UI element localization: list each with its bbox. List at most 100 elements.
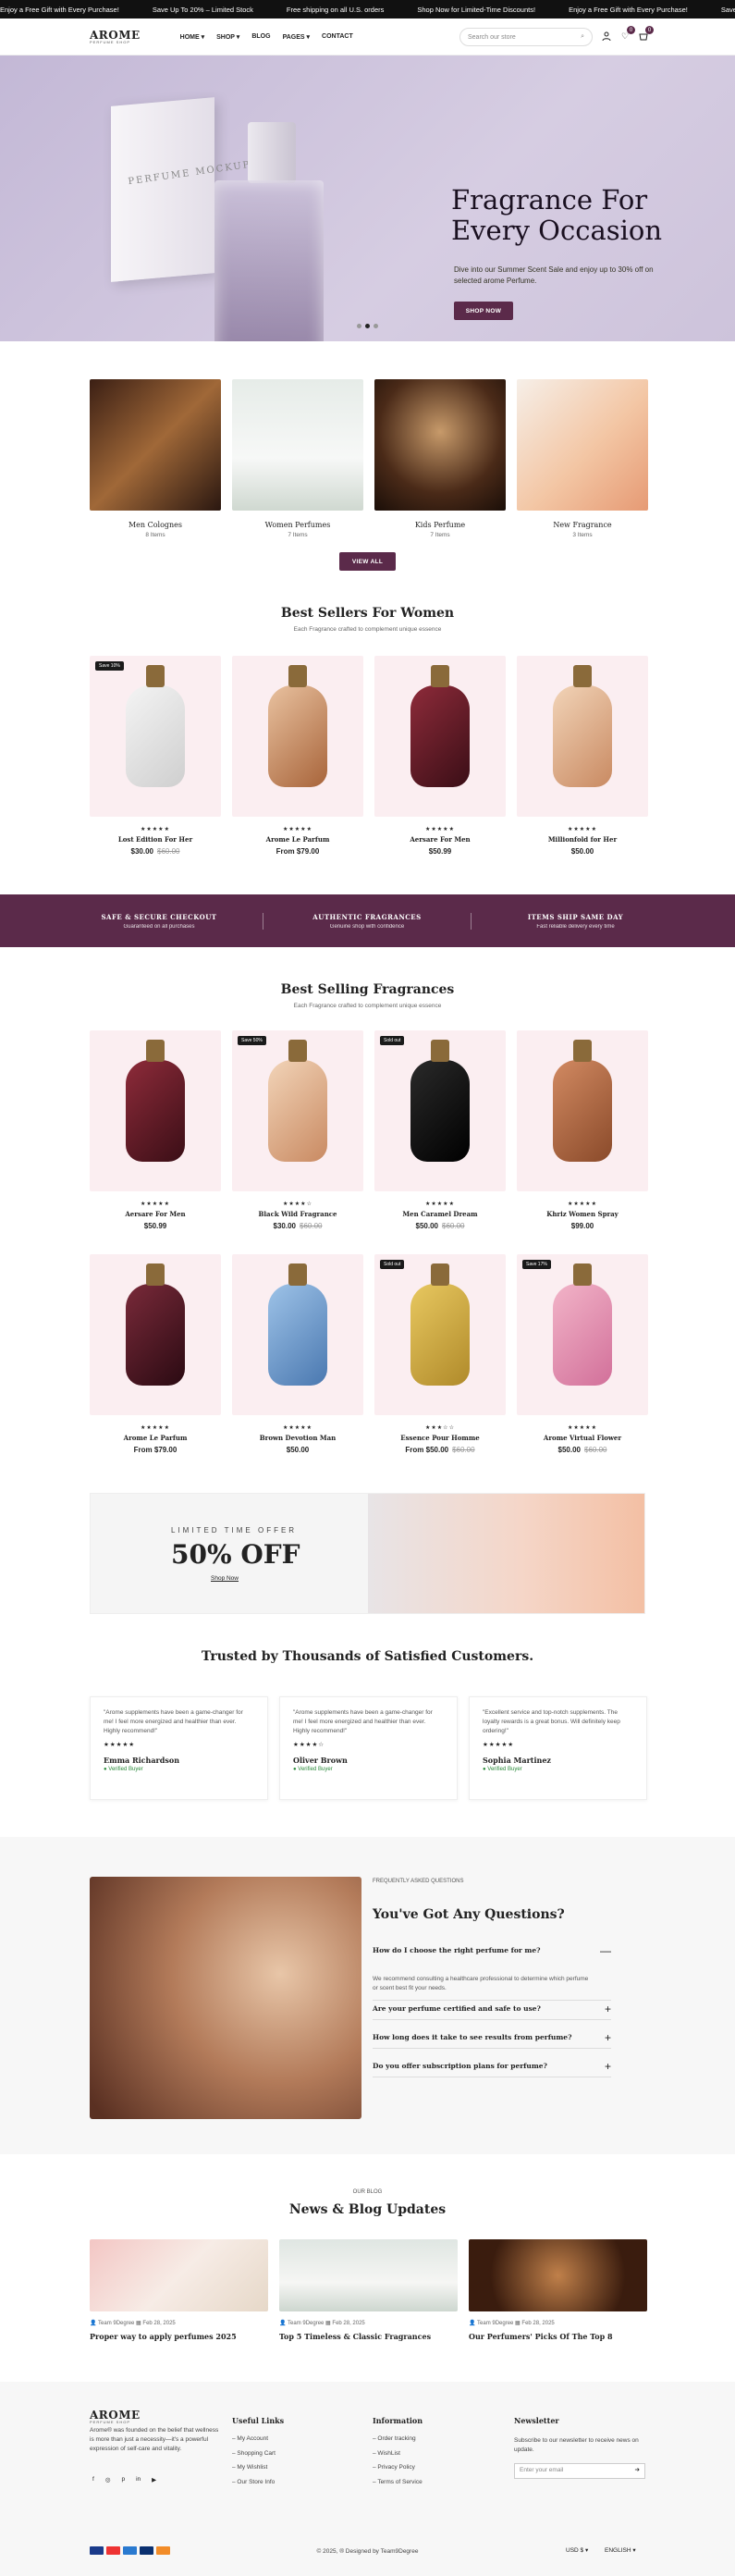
slider-dot[interactable] <box>374 324 378 328</box>
rating-stars: ★★★★★ <box>141 827 170 832</box>
footer-link[interactable]: – Privacy Policy <box>373 2464 423 2471</box>
rating-stars: ★★★★★ <box>568 1202 597 1207</box>
nav-shop[interactable]: SHOP ▾ <box>216 33 239 41</box>
product-card[interactable]: ★★★★★ Khriz Women Spray $99.00 <box>517 1030 648 1230</box>
currency-select[interactable]: USD $ ▾ <box>566 2546 588 2554</box>
product-card[interactable]: ★★★★★ Brown Devotion Man $50.00 <box>232 1254 363 1454</box>
footer-link[interactable]: – Our Store Info <box>232 2479 284 2486</box>
blog-card[interactable]: 👤 Team 9Degree ▦ Feb 28, 2025 Top 5 Timel… <box>279 2239 458 2341</box>
faq-item[interactable]: How do I choose the right perfume for me… <box>373 1945 611 2001</box>
footer-link[interactable]: – My Account <box>232 2435 284 2443</box>
product-price: $30.00 $60.00 <box>130 847 180 856</box>
plus-icon[interactable]: + <box>605 2032 611 2043</box>
rating-stars: ★★★★★ <box>425 1202 455 1207</box>
product-card[interactable]: ★★★★★ Aersare For Men $50.99 <box>90 1030 221 1230</box>
category-name: New Fragrance <box>553 521 612 529</box>
product-price: From $79.00 <box>276 847 320 856</box>
reviewer-name: Emma Richardson <box>104 1756 180 1765</box>
wishlist-count: 0 <box>627 26 635 34</box>
faq-eyebrow: FREQUENTLY ASKED QUESTIONS <box>373 1879 464 1884</box>
footer-information: Information – Order tracking – WishList … <box>373 2416 423 2486</box>
offer-link[interactable]: Shop Now <box>211 1575 239 1582</box>
product-card[interactable]: Sold out ★★★★★ Men Caramel Dream $50.00 $60.… <box>374 1030 506 1230</box>
wishlist-icon[interactable]: ♡ 0 <box>619 26 635 42</box>
footer-link[interactable]: – WishList <box>373 2450 423 2458</box>
rating-stars: ★★★★★ <box>141 1202 170 1207</box>
faq-item[interactable]: How long does it take to see results fro… <box>373 2032 611 2049</box>
minus-icon[interactable]: — <box>600 1945 611 1956</box>
footer-useful-links: Useful Links – My Account – Shopping Car… <box>232 2416 285 2486</box>
rating-stars: ★★★★★ <box>104 1742 136 1749</box>
blog-card[interactable]: 👤 Team 9Degree ▦ Feb 28, 2025 Our Perfume… <box>469 2239 647 2341</box>
logo[interactable]: AROME PERFUME SHOP <box>90 30 141 44</box>
bottle-cap-image <box>248 122 296 183</box>
search-icon[interactable]: ⌕ <box>581 33 584 41</box>
youtube-icon[interactable]: ▶ <box>152 2476 156 2484</box>
product-card[interactable]: ★★★★★ Arome Le Parfum From $79.00 <box>90 1254 221 1454</box>
testimonial-text: "Excellent service and top-notch supplem… <box>483 1709 620 1734</box>
faq-item[interactable]: Do you offer subscription plans for perf… <box>373 2061 611 2077</box>
perfume-bottle-icon <box>126 1040 185 1162</box>
facebook-icon[interactable]: f <box>92 2476 94 2484</box>
nav-pages[interactable]: PAGES ▾ <box>283 33 310 41</box>
product-tag: Save 17% <box>522 1260 551 1269</box>
plus-icon[interactable]: + <box>605 2003 611 2015</box>
faq-question: Do you offer subscription plans for perf… <box>373 2062 547 2070</box>
feature-item: ITEMS SHIP SAME DAY Fast reliable deliver… <box>527 912 624 930</box>
category-card[interactable]: Men Colognes 8 Items <box>90 379 221 538</box>
email-field[interactable]: Enter your email ➔ <box>514 2462 645 2479</box>
product-name: Aersare For Men <box>125 1210 186 1218</box>
shop-now-button[interactable]: SHOP NOW <box>454 302 513 320</box>
old-price: $60.00 <box>584 1446 607 1454</box>
section-subtitle: Each Fragrance crafted to complement uni… <box>293 626 442 633</box>
product-name: Arome Le Parfum <box>123 1434 188 1442</box>
footer-logo[interactable]: AROME PERFUME SHOP <box>90 2410 141 2424</box>
blog-card[interactable]: 👤 Team 9Degree ▦ Feb 28, 2025 Proper way … <box>90 2239 268 2341</box>
footer-link[interactable]: – Terms of Service <box>373 2479 423 2486</box>
plus-icon[interactable]: + <box>605 2061 611 2072</box>
account-icon[interactable] <box>601 31 612 42</box>
arrow-right-icon[interactable]: ➔ <box>635 2467 640 2474</box>
slider-dot[interactable] <box>357 324 361 328</box>
blog-image <box>469 2239 647 2311</box>
old-price: $60.00 <box>157 847 180 856</box>
product-price: From $79.00 <box>133 1446 178 1454</box>
cart-icon[interactable]: 0 <box>638 26 654 42</box>
rating-stars: ★★★★★ <box>425 827 455 832</box>
slider-dot-active[interactable] <box>365 324 370 328</box>
linkedin-icon[interactable]: in <box>136 2476 141 2484</box>
footer-link[interactable]: – My Wishlist <box>232 2464 284 2471</box>
search-input[interactable]: Search our store ⌕ <box>459 28 593 46</box>
product-card[interactable]: Sold out ★★★☆☆ Essence Pour Homme From $50.… <box>374 1254 506 1454</box>
language-select[interactable]: ENGLISH ▾ <box>605 2546 636 2554</box>
pinterest-icon[interactable]: p <box>121 2476 125 2484</box>
product-card[interactable]: Save 17% ★★★★★ Arome Virtual Flower $50.00 $… <box>517 1254 648 1454</box>
product-price: $50.00 $60.00 <box>415 1222 465 1230</box>
product-card[interactable]: ★★★★★ Aersare For Men $50.99 <box>374 656 506 856</box>
faq-item[interactable]: Are your perfume certified and safe to u… <box>373 2003 611 2020</box>
product-card[interactable]: Save 50% ★★★★☆ Black Wild Fragrance $30.00 $… <box>232 1030 363 1230</box>
view-all-button[interactable]: VIEW ALL <box>339 552 396 571</box>
category-card[interactable]: New Fragrance 3 Items <box>517 379 648 538</box>
offer-banner[interactable]: LIMITED TIME OFFER 50% OFF Shop Now <box>90 1493 645 1614</box>
announcement-item: Enjoy a Free Gift with Every Purchase! <box>569 5 688 14</box>
category-card[interactable]: Women Perfumes 7 Items <box>232 379 363 538</box>
rating-stars: ★★★★☆ <box>293 1742 325 1749</box>
testimonial-card: "Excellent service and top-notch supplem… <box>469 1696 647 1800</box>
product-card[interactable]: ★★★★★ Arome Le Parfum From $79.00 <box>232 656 363 856</box>
perfume-bottle-icon <box>553 1263 612 1386</box>
footer-link[interactable]: – Shopping Cart <box>232 2450 284 2458</box>
product-price: $50.00 $60.00 <box>557 1446 607 1454</box>
nav-blog[interactable]: BLOG <box>251 33 270 41</box>
rating-stars: ★★★★★ <box>483 1742 515 1749</box>
product-card[interactable]: Save 10% ★★★★★ Lost Edition For Her $30.00 $… <box>90 656 221 856</box>
slider-dots <box>357 324 378 328</box>
product-card[interactable]: ★★★★★ Millionfold for Her $50.00 <box>517 656 648 856</box>
announcement-item: Free shipping on all U.S. orders <box>286 5 385 14</box>
category-card[interactable]: Kids Perfume 7 Items <box>374 379 506 538</box>
instagram-icon[interactable]: ◎ <box>105 2476 111 2484</box>
nav-home[interactable]: HOME ▾ <box>180 33 204 41</box>
product-tag: Sold out <box>380 1036 405 1045</box>
footer-link[interactable]: – Order tracking <box>373 2435 423 2443</box>
nav-contact[interactable]: CONTACT <box>322 33 353 41</box>
